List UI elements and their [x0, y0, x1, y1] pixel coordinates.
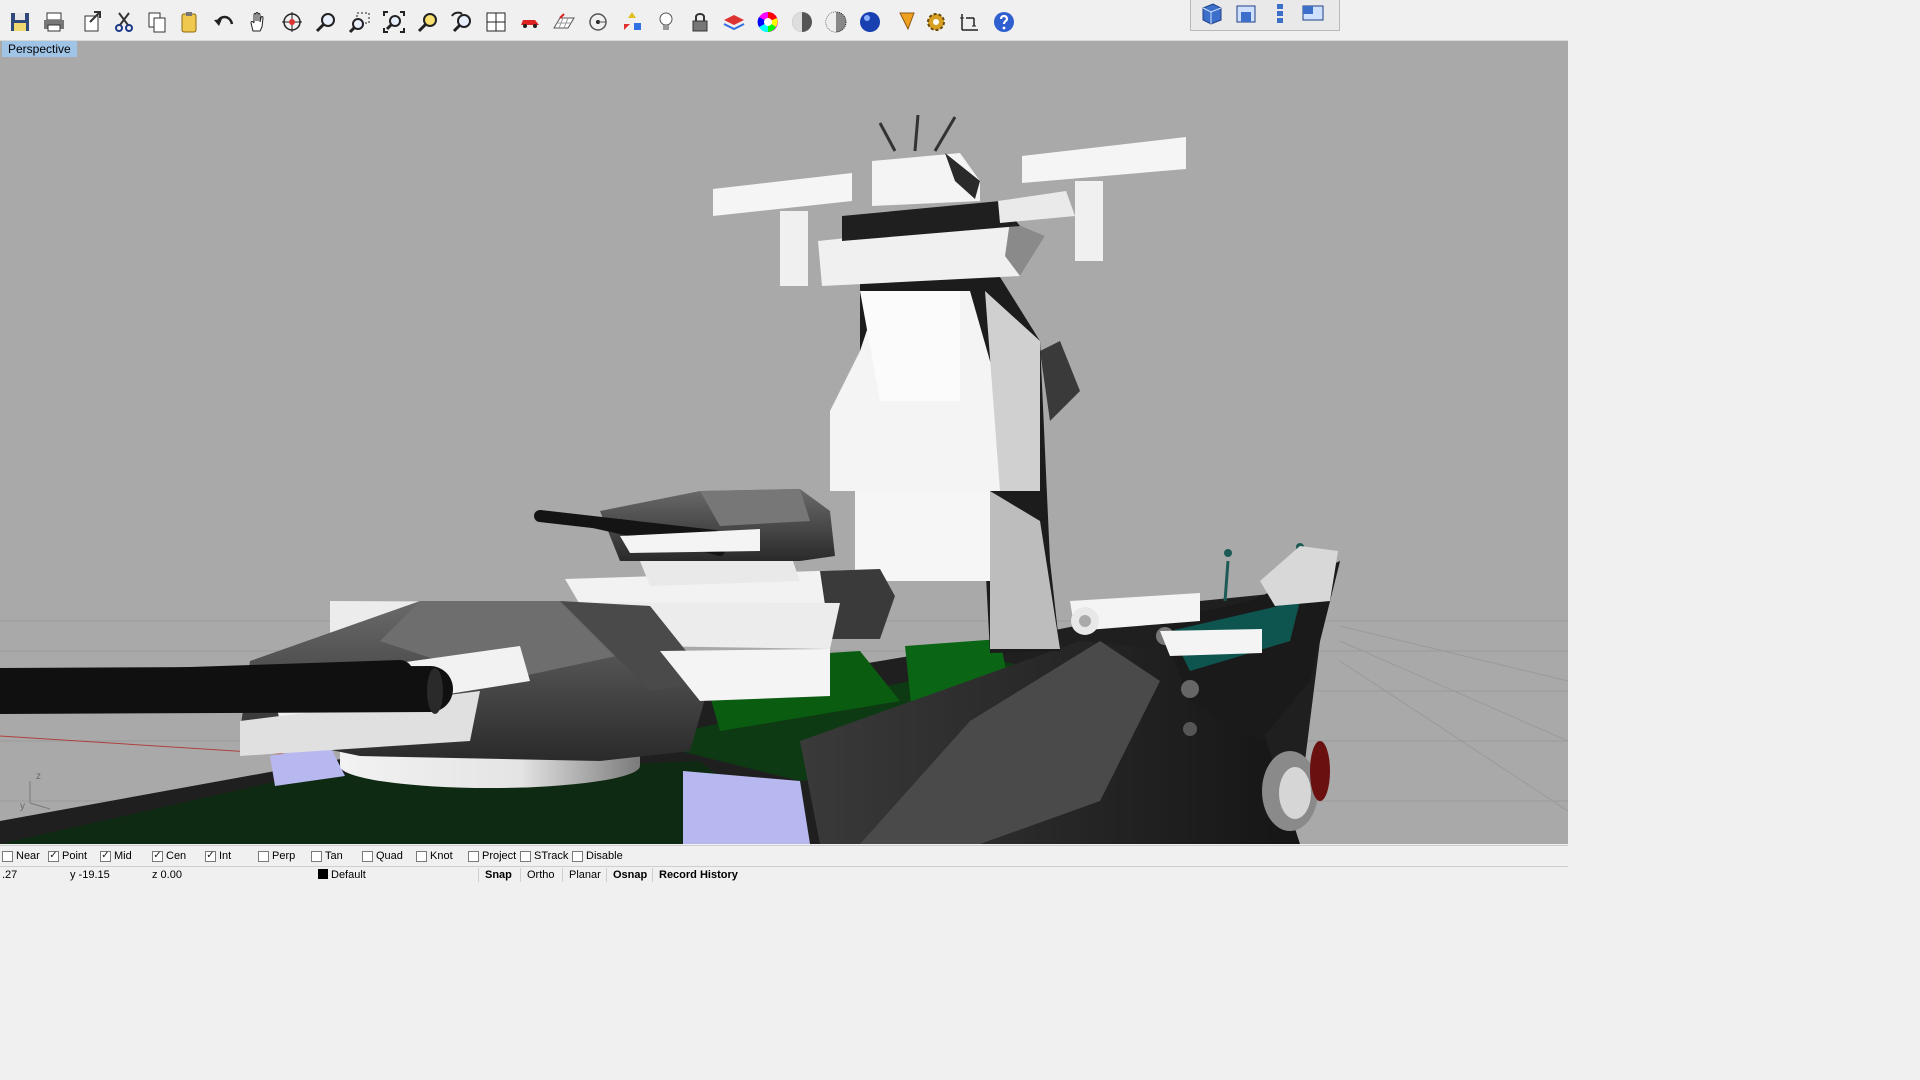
shaded-sphere-icon[interactable] — [788, 8, 816, 36]
osnap-checkbox[interactable] — [572, 850, 583, 862]
view-top-icon[interactable] — [1233, 2, 1259, 26]
status-y-coordinate: y -19.15 — [70, 869, 110, 881]
osnap-near[interactable]: Near — [2, 849, 40, 863]
status-pane-snap[interactable]: Snap — [478, 868, 518, 882]
layer-icon[interactable] — [720, 8, 748, 36]
status-z-coordinate: z 0.00 — [152, 869, 182, 881]
standard-toolbar — [0, 0, 1568, 41]
osnap-tan[interactable]: Tan — [311, 849, 343, 863]
zoom-dynamic-icon[interactable] — [312, 8, 340, 36]
osnap-checkbox[interactable] — [416, 850, 427, 862]
osnap-cen[interactable]: Cen — [152, 849, 186, 863]
osnap-checkbox[interactable] — [520, 850, 531, 862]
help-icon[interactable] — [990, 8, 1018, 36]
gumball-icon[interactable] — [618, 8, 646, 36]
osnap-project[interactable]: Project — [468, 849, 516, 863]
axis-y-label: y — [20, 801, 25, 812]
view-front-icon[interactable] — [1267, 2, 1293, 26]
osnap-label: Tan — [325, 850, 343, 862]
battleship-model — [0, 114, 1568, 844]
osnap-point[interactable]: Point — [48, 849, 87, 863]
osnap-checkbox[interactable] — [100, 850, 111, 862]
layer-color-swatch — [318, 869, 328, 879]
point-icon[interactable] — [584, 8, 612, 36]
dimension-icon[interactable] — [956, 8, 984, 36]
osnap-checkbox[interactable] — [362, 850, 373, 862]
osnap-checkbox[interactable] — [258, 850, 269, 862]
cut-icon[interactable] — [110, 8, 138, 36]
osnap-checkbox[interactable] — [48, 850, 59, 862]
osnap-label: Disable — [586, 850, 623, 862]
osnap-label: Project — [482, 850, 517, 862]
status-pane-ortho[interactable]: Ortho — [520, 868, 561, 882]
status-bar: .27 y -19.15 z 0.00 Default Snap Ortho Pla… — [0, 866, 1568, 883]
status-pane-planar[interactable]: Planar — [562, 868, 607, 882]
export-icon[interactable] — [78, 8, 106, 36]
status-layer-name: Default — [331, 869, 366, 881]
rotate-view-icon[interactable] — [278, 8, 306, 36]
osnap-mid[interactable]: Mid — [100, 849, 132, 863]
copy-icon[interactable] — [143, 8, 171, 36]
osnap-label: Near — [16, 850, 40, 862]
view-toolbar — [1190, 0, 1340, 31]
save-icon[interactable] — [6, 8, 34, 36]
undo-view-icon[interactable] — [448, 8, 476, 36]
osnap-label: STrack — [534, 850, 569, 862]
osnap-bar: Near Point Mid Cen Int Perp Tan Quad Knot Project… — [0, 845, 1568, 866]
tag-icon[interactable] — [892, 8, 920, 36]
osnap-checkbox[interactable] — [311, 850, 322, 862]
perspective-viewport[interactable]: Perspective z y — [0, 41, 1568, 844]
zoom-window-icon[interactable] — [346, 8, 374, 36]
osnap-checkbox[interactable] — [2, 850, 13, 862]
pan-hand-icon[interactable] — [244, 8, 272, 36]
car-icon[interactable] — [516, 8, 544, 36]
zoom-selected-icon[interactable] — [414, 8, 442, 36]
osnap-label: Point — [62, 850, 88, 862]
osnap-label: Cen — [166, 850, 187, 862]
status-layer[interactable]: Default — [318, 869, 366, 881]
print-icon[interactable] — [40, 8, 68, 36]
axis-z-label: z — [36, 771, 41, 782]
light-bulb-icon[interactable] — [652, 8, 680, 36]
color-wheel-icon[interactable] — [754, 8, 782, 36]
osnap-strack[interactable]: STrack — [520, 849, 568, 863]
lock-icon[interactable] — [686, 8, 714, 36]
osnap-checkbox[interactable] — [205, 850, 216, 862]
osnap-label: Int — [219, 850, 232, 862]
rendered-sphere-icon[interactable] — [822, 8, 850, 36]
viewport-title[interactable]: Perspective — [2, 41, 77, 57]
status-pane-osnap[interactable]: Osnap — [606, 868, 653, 882]
zoom-extents-icon[interactable] — [380, 8, 408, 36]
osnap-int[interactable]: Int — [205, 849, 231, 863]
osnap-label: Mid — [114, 850, 132, 862]
osnap-label: Quad — [376, 850, 403, 862]
view-right-icon[interactable] — [1301, 2, 1327, 26]
grid-icon[interactable] — [550, 8, 578, 36]
osnap-quad[interactable]: Quad — [362, 849, 403, 863]
osnap-checkbox[interactable] — [152, 850, 163, 862]
four-viewports-icon[interactable] — [482, 8, 510, 36]
status-x-coordinate: .27 — [2, 869, 18, 881]
paste-icon[interactable] — [175, 8, 203, 36]
osnap-disable[interactable]: Disable — [572, 849, 623, 863]
turret-1-barrels — [0, 660, 453, 714]
osnap-label: Knot — [430, 850, 453, 862]
render-icon[interactable] — [856, 8, 884, 36]
osnap-checkbox[interactable] — [468, 850, 479, 862]
status-pane-record-history[interactable]: Record History — [652, 868, 744, 882]
options-gear-icon[interactable] — [922, 8, 950, 36]
undo-icon[interactable] — [210, 8, 238, 36]
osnap-knot[interactable]: Knot — [416, 849, 453, 863]
view-perspective-icon[interactable] — [1199, 2, 1225, 26]
osnap-label: Perp — [272, 850, 296, 862]
osnap-perp[interactable]: Perp — [258, 849, 295, 863]
